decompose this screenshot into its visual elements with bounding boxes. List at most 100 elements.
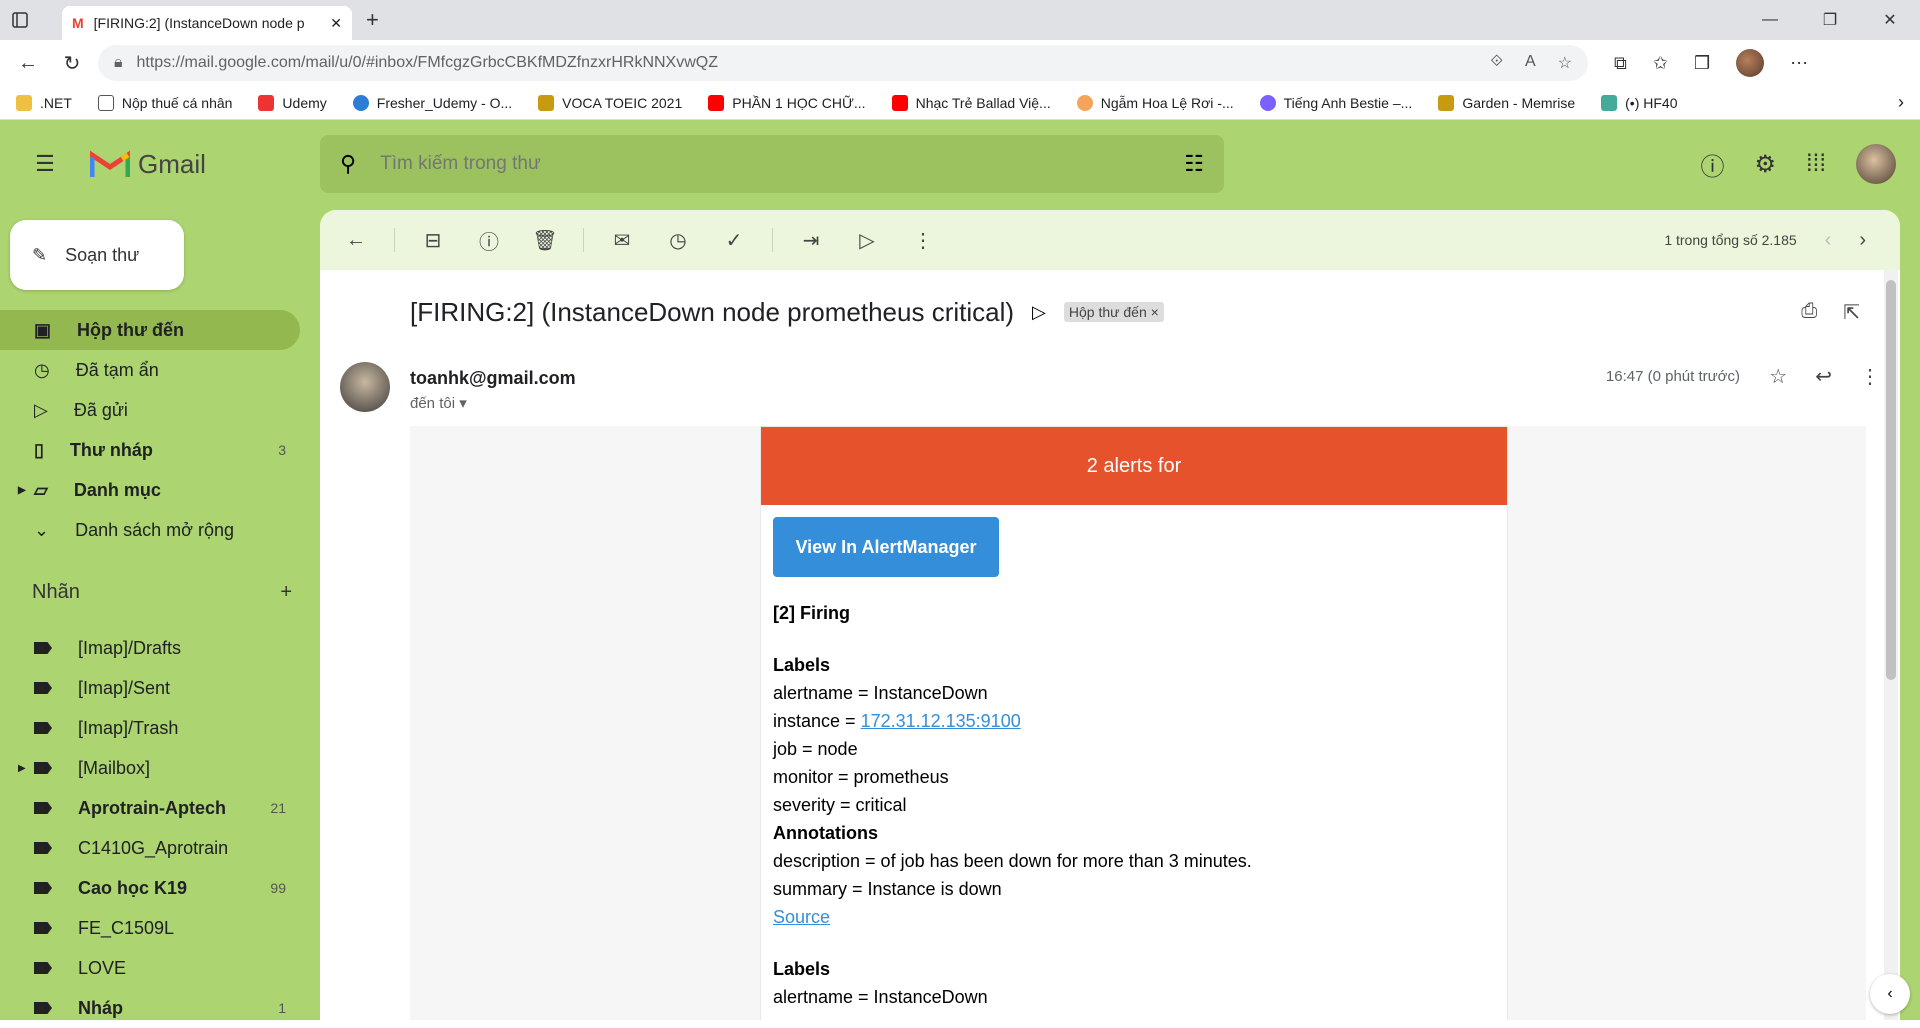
print-icon[interactable]: ⎙ bbox=[1801, 300, 1817, 325]
sidebar-item-snoozed[interactable]: ◷ Đã tạm ẩn bbox=[0, 350, 300, 390]
bookmark-item[interactable]: Fresher_Udemy - O... bbox=[352, 94, 512, 111]
bookmark-item[interactable]: Garden - Memrise bbox=[1438, 94, 1575, 111]
sidebar-item-categories[interactable]: ▶ ▱ Danh mục bbox=[0, 470, 300, 510]
importance-marker-icon[interactable]: ▷ bbox=[1032, 302, 1046, 323]
close-tab-icon[interactable]: ✕ bbox=[330, 15, 342, 32]
sidebar-item-sent[interactable]: ▷ Đã gửi bbox=[0, 390, 300, 430]
bookmark-item[interactable]: .NET bbox=[16, 94, 72, 111]
search-icon[interactable]: ⚲ bbox=[340, 151, 356, 177]
bookmark-item[interactable]: Nộp thuế cá nhân bbox=[97, 94, 232, 111]
label-item[interactable]: FE_C1509L bbox=[0, 908, 300, 948]
prev-icon[interactable]: ‹ bbox=[1825, 229, 1832, 252]
label-item[interactable]: ▶ [Mailbox] bbox=[0, 748, 300, 788]
main-menu-icon[interactable]: ☰ bbox=[0, 151, 90, 177]
browser-menu-icon[interactable]: ⋯ bbox=[1790, 53, 1808, 74]
account-avatar[interactable] bbox=[1856, 144, 1896, 184]
label-item[interactable]: [Imap]/Drafts bbox=[0, 628, 300, 668]
sidebar-item-more[interactable]: ⌄ Danh sách mở rộng bbox=[0, 510, 300, 550]
bookmarks-bar: .NET Nộp thuế cá nhân Udemy Fresher_Udem… bbox=[0, 86, 1920, 120]
label-item[interactable]: LOVE bbox=[0, 948, 300, 988]
minimize-icon[interactable]: — bbox=[1740, 0, 1800, 40]
active-tab[interactable]: M [FIRING:2] (InstanceDown node p ✕ bbox=[62, 6, 352, 40]
gmail-logo[interactable]: Gmail bbox=[90, 149, 320, 180]
profile-avatar[interactable] bbox=[1736, 49, 1765, 77]
snooze-icon[interactable]: ◷ bbox=[660, 222, 696, 258]
add-favorite-icon[interactable]: ☆ bbox=[1558, 53, 1572, 73]
bookmark-item[interactable]: (•) HF40 bbox=[1601, 94, 1677, 111]
bookmark-item[interactable]: Ngẫm Hoa Lệ Rơi -... bbox=[1076, 94, 1234, 111]
label-as-icon[interactable]: ▷ bbox=[849, 222, 885, 258]
udemy-icon bbox=[258, 94, 275, 111]
gmail-header: ☰ Gmail ⚲ ☷ ⓘ ⚙ ⁞⁞⁞ bbox=[0, 120, 1920, 208]
chevron-right-icon[interactable]: › bbox=[1898, 92, 1904, 113]
remove-label-icon[interactable]: × bbox=[1151, 304, 1159, 320]
bookmark-item[interactable]: Tiếng Anh Bestie –... bbox=[1259, 94, 1412, 111]
new-tab-icon[interactable]: + bbox=[366, 7, 379, 33]
tab-actions-icon[interactable] bbox=[0, 0, 40, 40]
draft-icon: ▯ bbox=[34, 439, 44, 460]
bookmark-item[interactable]: VOCA TOEIC 2021 bbox=[538, 94, 682, 111]
collections-icon[interactable]: ❒ bbox=[1694, 53, 1710, 74]
favorites-icon[interactable]: ✩ bbox=[1653, 53, 1668, 74]
send-icon: ▷ bbox=[34, 399, 48, 420]
source-link[interactable]: Source bbox=[773, 907, 830, 927]
restore-icon[interactable]: ❐ bbox=[1800, 0, 1860, 40]
bookmark-item[interactable]: PHẦN 1 HỌC CHỮ... bbox=[708, 94, 866, 111]
url-field[interactable]: 🔒︎ https://mail.google.com/mail/u/0/#inb… bbox=[98, 45, 1588, 81]
label-item[interactable]: Nháp 1 bbox=[0, 988, 300, 1028]
mark-unread-icon[interactable]: ✉ bbox=[604, 222, 640, 258]
label-item[interactable]: [Imap]/Sent bbox=[0, 668, 300, 708]
caret-down-icon: ▾ bbox=[459, 395, 467, 412]
apps-grid-icon[interactable]: ⁞⁞⁞ bbox=[1806, 150, 1826, 178]
search-bar[interactable]: ⚲ ☷ bbox=[320, 135, 1224, 193]
search-options-icon[interactable]: ☷ bbox=[1184, 151, 1204, 177]
caret-right-icon[interactable]: ▶ bbox=[18, 763, 26, 774]
bookmark-item[interactable]: Udemy bbox=[258, 94, 327, 111]
instance-link[interactable]: 172.31.12.135:9100 bbox=[861, 711, 1021, 731]
sidebar-item-inbox[interactable]: ▣ Hộp thư đến bbox=[0, 310, 300, 350]
label-item[interactable]: Cao học K19 99 bbox=[0, 868, 300, 908]
label-icon bbox=[34, 882, 52, 894]
report-spam-icon[interactable]: ⓘ bbox=[471, 222, 507, 258]
youtube-icon bbox=[891, 94, 908, 111]
app-available-icon[interactable]: ⟐ bbox=[1490, 53, 1503, 73]
more-options-icon[interactable]: ⋮ bbox=[1860, 364, 1880, 389]
lock-icon[interactable]: 🔒︎ bbox=[114, 54, 123, 72]
move-to-icon[interactable]: ⇥ bbox=[793, 222, 829, 258]
back-icon[interactable]: ← bbox=[10, 45, 46, 81]
more-vert-icon[interactable]: ⋮ bbox=[905, 222, 941, 258]
reply-icon[interactable]: ↩ bbox=[1815, 364, 1832, 389]
memrise-icon bbox=[1438, 94, 1455, 111]
add-label-icon[interactable]: + bbox=[280, 581, 292, 604]
view-in-alertmanager-button[interactable]: View In AlertManager bbox=[773, 517, 999, 577]
recipient-toggle[interactable]: đến tôi ▾ bbox=[410, 394, 467, 412]
open-new-window-icon[interactable]: ⇱ bbox=[1843, 300, 1860, 325]
search-input[interactable] bbox=[380, 153, 1161, 175]
settings-gear-icon[interactable]: ⚙ bbox=[1754, 150, 1776, 179]
label-item[interactable]: C1410G_Aprotrain bbox=[0, 828, 300, 868]
sidebar-item-drafts[interactable]: ▯ Thư nháp 3 bbox=[0, 430, 300, 470]
back-to-inbox-icon[interactable]: ← bbox=[338, 222, 374, 258]
label-item[interactable]: Aprotrain-Aptech 21 bbox=[0, 788, 300, 828]
star-icon[interactable]: ☆ bbox=[1769, 364, 1787, 389]
bookmark-item[interactable]: Nhạc Trẻ Ballad Việ... bbox=[891, 94, 1051, 111]
reload-icon[interactable]: ↻ bbox=[54, 45, 90, 81]
url-text: https://mail.google.com/mail/u/0/#inbox/… bbox=[136, 54, 718, 71]
scrollbar[interactable] bbox=[1884, 270, 1898, 1020]
radio-icon bbox=[1601, 94, 1618, 111]
label-item[interactable]: [Imap]/Trash bbox=[0, 708, 300, 748]
archive-icon[interactable]: ⊟ bbox=[415, 222, 451, 258]
sender-avatar[interactable] bbox=[340, 362, 390, 412]
read-aloud-icon[interactable]: A bbox=[1525, 53, 1536, 73]
delete-icon[interactable]: 🗑︎ bbox=[527, 222, 563, 258]
close-window-icon[interactable]: ✕ bbox=[1860, 0, 1920, 40]
next-icon[interactable]: › bbox=[1859, 229, 1866, 252]
extensions-icon[interactable]: ⧉ bbox=[1614, 53, 1627, 74]
add-task-icon[interactable]: ✓ bbox=[716, 222, 752, 258]
caret-right-icon[interactable]: ▶ bbox=[18, 485, 26, 496]
compose-button[interactable]: ✎ Soạn thư bbox=[10, 220, 184, 290]
help-icon[interactable]: ⓘ bbox=[1700, 147, 1724, 182]
side-panel-toggle-icon[interactable]: ‹ bbox=[1870, 974, 1910, 1014]
scroll-thumb[interactable] bbox=[1886, 280, 1896, 680]
sender-name[interactable]: toanhk@gmail.com bbox=[410, 368, 576, 389]
